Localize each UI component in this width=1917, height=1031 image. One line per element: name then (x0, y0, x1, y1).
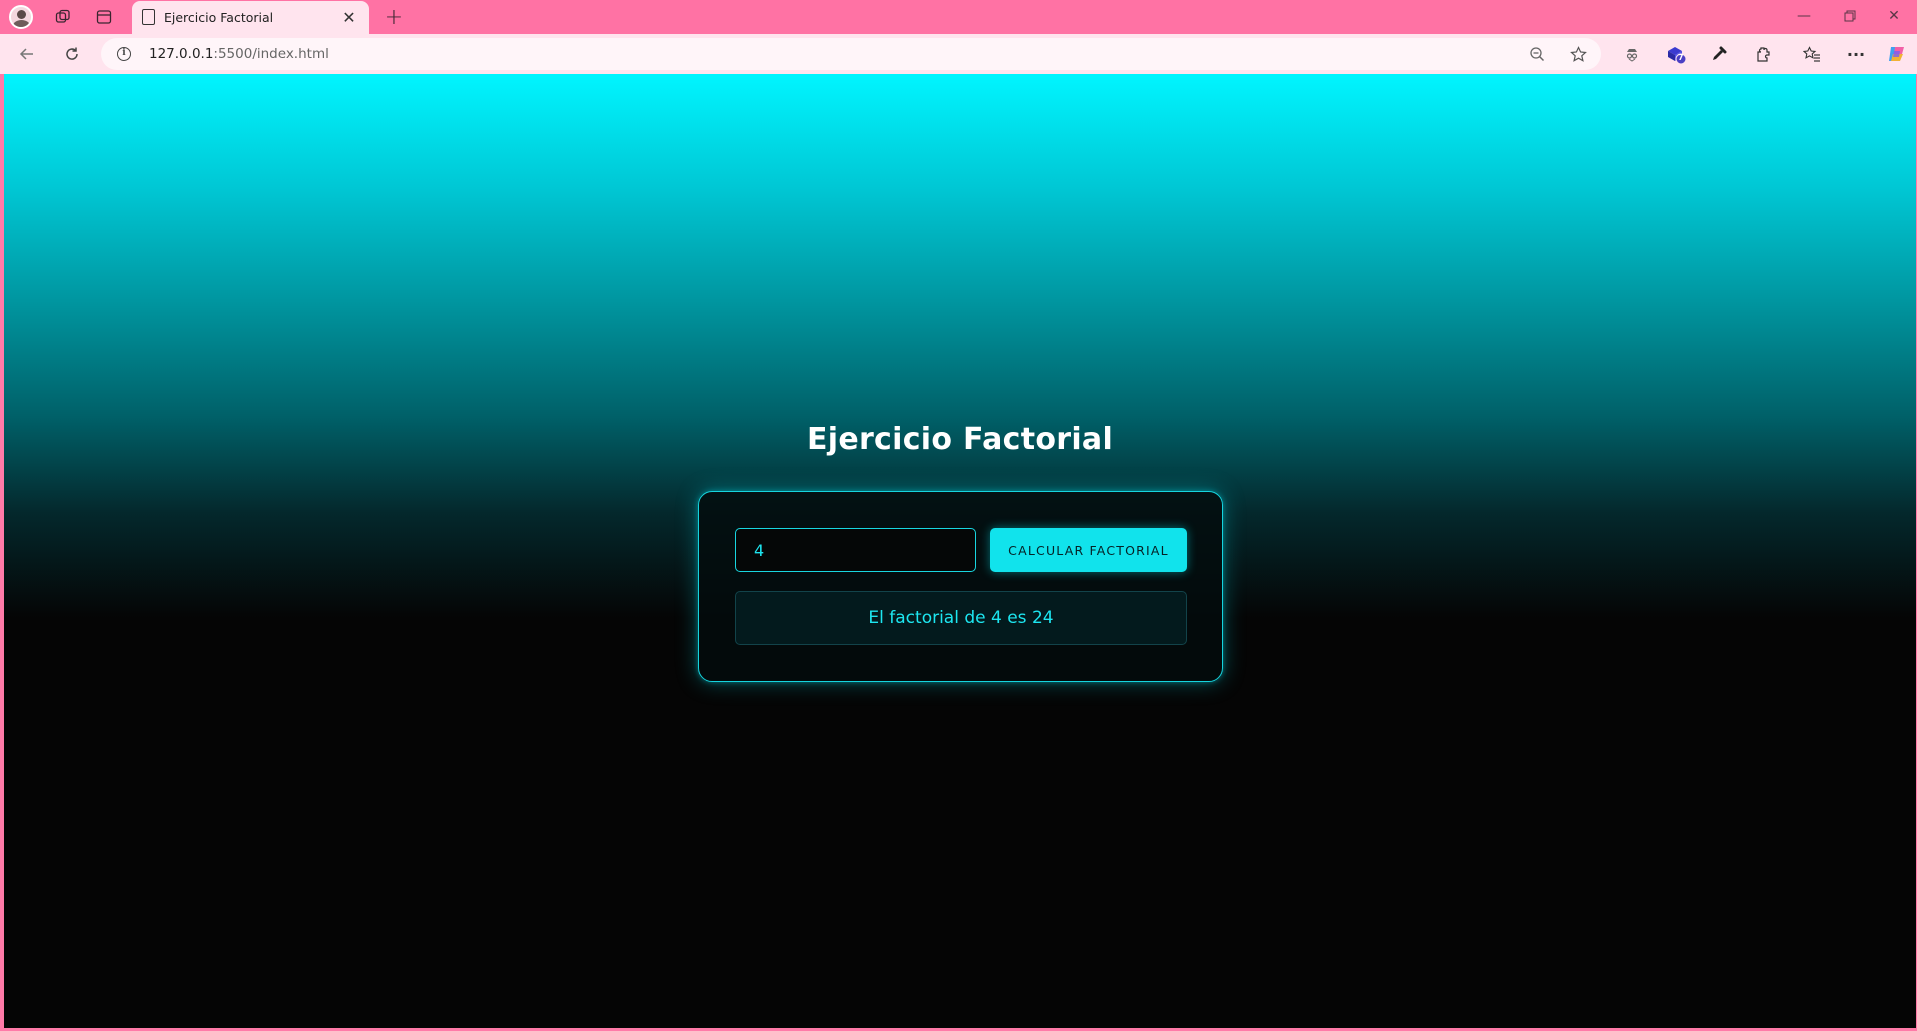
active-tab[interactable]: Ejercicio Factorial ✕ (132, 1, 369, 34)
star-icon[interactable] (1566, 42, 1590, 66)
profile-avatar[interactable] (9, 5, 33, 29)
extensions-icon[interactable] (1748, 40, 1778, 68)
page-icon (142, 9, 155, 25)
result-display: El factorial de 4 es 24 (735, 591, 1187, 645)
calculate-factorial-button[interactable]: CALCULAR FACTORIAL (990, 528, 1187, 572)
zoom-out-icon[interactable] (1525, 42, 1549, 66)
close-window-icon[interactable]: ✕ (1871, 0, 1917, 32)
tab-actions-icon[interactable] (90, 3, 118, 31)
factorial-card: CALCULAR FACTORIAL El factorial de 4 es … (698, 491, 1223, 682)
close-icon[interactable]: ✕ (339, 7, 359, 27)
reload-icon[interactable] (57, 40, 87, 68)
url-path: :5500/index.html (213, 46, 329, 62)
copilot-icon[interactable] (1882, 40, 1912, 68)
tab-strip: Ejercicio Factorial ✕ + — ✕ (0, 0, 1917, 34)
workspaces-icon[interactable] (49, 3, 77, 31)
extension-badge: 7 (1678, 53, 1684, 62)
plus-icon[interactable]: + (380, 3, 408, 31)
info-icon[interactable]: i (117, 47, 131, 61)
page-viewport: Ejercicio Factorial CALCULAR FACTORIAL E… (4, 74, 1916, 1028)
browser-toolbar: i 127.0.0.1:5500/index.html 7 ··· (0, 34, 1917, 74)
number-input[interactable] (735, 528, 976, 572)
back-icon[interactable] (12, 40, 42, 68)
eyedropper-icon[interactable] (1704, 40, 1734, 68)
restore-icon[interactable] (1827, 0, 1873, 32)
extension-spy-icon[interactable] (1617, 40, 1647, 68)
page-title: Ejercicio Factorial (806, 422, 1114, 457)
url-host: 127.0.0.1 (149, 46, 214, 62)
minimize-icon[interactable]: — (1781, 0, 1827, 32)
more-icon[interactable]: ··· (1841, 40, 1871, 68)
tab-title: Ejercicio Factorial (164, 10, 274, 25)
extension-dice-icon[interactable]: 7 (1661, 40, 1691, 68)
favorites-icon[interactable] (1797, 40, 1827, 68)
url-text[interactable]: 127.0.0.1:5500/index.html (149, 46, 329, 62)
address-bar[interactable]: i 127.0.0.1:5500/index.html (101, 38, 1601, 70)
